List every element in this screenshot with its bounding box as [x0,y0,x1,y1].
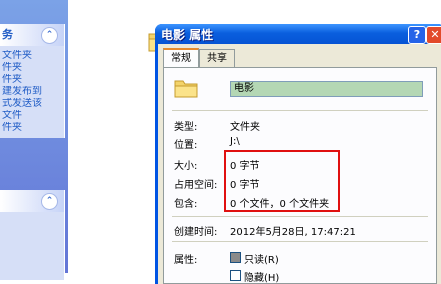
task-pane: 务 ⌃ 文件夹 件夹 件夹 建发布到 式发送该 文件 件夹 ⌃ [0,0,68,280]
readonly-checkbox[interactable] [230,252,241,263]
size-label: 大小: [174,161,198,172]
properties-dialog: 电影 属性 ? ✕ 常规 共享 电影 类型: 文件夹 位置: J:\ 大小: 0… [155,24,441,284]
type-label: 类型: [174,122,198,133]
dialog-client: 常规 共享 电影 类型: 文件夹 位置: J:\ 大小: 0 字节 占用空间: … [158,44,441,284]
red-highlight-box [224,150,340,212]
created-label: 创建时间: [174,227,218,238]
collapse-icon[interactable]: ⌃ [41,27,58,44]
tab-page-general: 电影 类型: 文件夹 位置: J:\ 大小: 0 字节 占用空间: 0 字节 包… [163,67,437,284]
readonly-label[interactable]: 只读(R) [244,251,279,266]
divider [172,216,428,217]
dialog-title: 电影 属性 [161,28,214,42]
task-group-title: 务 [2,28,13,41]
hidden-checkbox[interactable] [230,270,241,281]
location-label: 位置: [174,140,198,151]
task-item[interactable]: 文件夹 [2,50,62,62]
task-item[interactable]: 件夹 [2,74,62,86]
location-value: J:\ [230,136,240,147]
hidden-label[interactable]: 隐藏(H) [244,269,279,284]
tab-general[interactable]: 常规 [163,48,199,69]
attributes-label: 属性: [174,255,198,266]
help-button[interactable]: ? [408,26,426,44]
tab-sharing[interactable]: 共享 [199,49,235,67]
task-item[interactable]: 式发送该 [2,98,62,110]
size-on-disk-label: 占用空间: [174,180,218,191]
created-value: 2012年5月28日, 17:47:21 [230,227,356,238]
task-group-header[interactable]: 务 ⌃ [0,24,64,46]
task-item[interactable]: 建发布到 [2,86,62,98]
dialog-titlebar[interactable]: 电影 属性 ? ✕ [155,24,441,44]
collapse-icon[interactable]: ⌃ [41,193,58,210]
folder-name-input[interactable]: 电影 [230,81,423,97]
task-item[interactable]: 件夹 [2,62,62,74]
task-group-file-folder: 务 ⌃ 文件夹 件夹 件夹 建发布到 式发送该 文件 件夹 [0,24,65,138]
contains-label: 包含: [174,199,198,210]
task-item[interactable]: 件夹 [2,122,62,134]
divider [172,241,428,242]
folder-icon [174,80,198,98]
close-button[interactable]: ✕ [426,26,441,44]
task-item[interactable]: 文件 [2,110,62,122]
task-group-header[interactable]: ⌃ [0,190,64,212]
type-value: 文件夹 [230,122,260,133]
task-group-other: ⌃ [0,190,65,280]
divider [172,110,428,111]
